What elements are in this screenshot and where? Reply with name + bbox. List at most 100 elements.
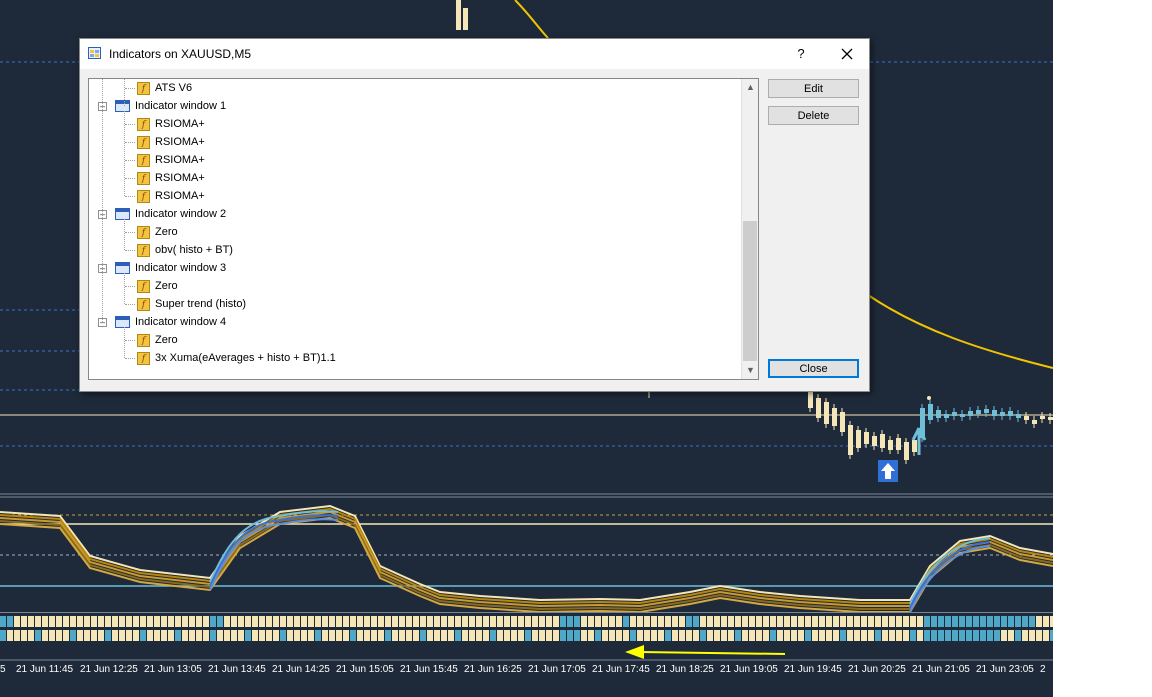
tree-item-label: RSIOMA+	[155, 136, 205, 148]
tree-window-row[interactable]: – Indicator window 2	[98, 205, 226, 223]
histogram-bar	[224, 616, 230, 627]
histogram-bar	[581, 630, 587, 641]
histogram-bar	[105, 616, 111, 627]
histogram-bar	[497, 630, 503, 641]
scroll-thumb[interactable]	[743, 221, 757, 361]
histogram-bar	[140, 630, 146, 641]
histogram-bar	[924, 630, 930, 641]
indicator-window-icon	[115, 316, 130, 329]
histogram-bar	[399, 630, 405, 641]
histogram-bar	[56, 616, 62, 627]
histogram-bar	[161, 616, 167, 627]
histogram-bar	[476, 630, 482, 641]
histogram-bar	[987, 630, 993, 641]
histogram-bar	[749, 616, 755, 627]
histogram-bar	[868, 630, 874, 641]
histogram-bar	[924, 616, 930, 627]
histogram-bar	[154, 630, 160, 641]
tree-indicator-row[interactable]: f Zero	[125, 223, 178, 241]
tree-item-label: Indicator window 4	[135, 316, 227, 328]
histogram-bar	[28, 630, 34, 641]
histogram-bar	[861, 630, 867, 641]
time-axis-label: 21 Jun 11:45	[16, 664, 74, 675]
custom-indicator-fx-icon: f	[137, 153, 150, 167]
histogram-bar	[210, 630, 216, 641]
scroll-down-arrow-icon[interactable]: ▼	[742, 362, 758, 379]
histogram-bar	[700, 616, 706, 627]
histogram-bar	[91, 630, 97, 641]
tree-window-row[interactable]: – Indicator window 1	[98, 97, 226, 115]
histogram-bar	[42, 630, 48, 641]
histogram-bar	[455, 630, 461, 641]
tree-indicator-row[interactable]: f Zero	[125, 277, 178, 295]
edit-button[interactable]: Edit	[768, 79, 859, 98]
histogram-bar	[777, 616, 783, 627]
histogram-bar	[126, 616, 132, 627]
histogram-bar	[574, 616, 580, 627]
histogram-bar	[728, 616, 734, 627]
tree-indicator-row[interactable]: f RSIOMA+	[125, 169, 205, 187]
tree-indicator-row[interactable]: f Zero	[125, 331, 178, 349]
histogram-bar	[672, 616, 678, 627]
candle	[984, 409, 989, 413]
histogram-bar	[448, 616, 454, 627]
tree-window-row[interactable]: – Indicator window 3	[98, 259, 226, 277]
tree-scrollbar[interactable]: ▲ ▼	[741, 79, 758, 379]
histogram-bar	[959, 630, 965, 641]
tree-indicator-row[interactable]: f RSIOMA+	[125, 115, 205, 133]
histogram-bar	[644, 630, 650, 641]
tree-window-row[interactable]: – Indicator window 4	[98, 313, 227, 331]
tree-item-label: Zero	[155, 226, 178, 238]
tree-item-label: RSIOMA+	[155, 118, 205, 130]
histogram-bar	[182, 630, 188, 641]
dialog-titlebar[interactable]: Indicators on XAUUSD,M5 ?	[80, 39, 869, 69]
histogram-bar	[735, 630, 741, 641]
tree-connector	[125, 178, 135, 179]
scroll-up-arrow-icon[interactable]: ▲	[742, 79, 758, 96]
histogram-bar	[238, 616, 244, 627]
tree-connector	[124, 219, 125, 250]
histogram-bar	[49, 630, 55, 641]
histogram-bar	[693, 630, 699, 641]
histogram-bar	[777, 630, 783, 641]
histogram-bar	[637, 616, 643, 627]
histogram-bar	[518, 616, 524, 627]
histogram-bar	[168, 630, 174, 641]
candle	[1024, 416, 1029, 420]
rsioma-line	[209, 510, 991, 605]
tree-connector	[125, 304, 135, 305]
custom-indicator-fx-icon: f	[137, 225, 150, 239]
histogram-bar	[742, 616, 748, 627]
histogram-bar	[952, 616, 958, 627]
histogram-bar	[651, 616, 657, 627]
histogram-bar	[189, 616, 195, 627]
histogram-bar	[357, 616, 363, 627]
histogram-bar	[105, 630, 111, 641]
histogram-bar	[910, 616, 916, 627]
histogram-bar	[350, 630, 356, 641]
tree-indicator-row[interactable]: f RSIOMA+	[125, 187, 205, 205]
tree-indicator-row[interactable]: f Super trend (histo)	[125, 295, 246, 313]
histogram-bar	[658, 616, 664, 627]
close-icon[interactable]	[832, 43, 862, 65]
delete-button[interactable]: Delete	[768, 106, 859, 125]
tree-indicator-row[interactable]: f RSIOMA+	[125, 151, 205, 169]
tree-indicator-row[interactable]: f RSIOMA+	[125, 133, 205, 151]
tree-indicator-row[interactable]: f ATS V6	[125, 79, 192, 97]
histogram-bar	[511, 630, 517, 641]
histogram-bar	[679, 630, 685, 641]
histogram-bar	[980, 630, 986, 641]
histogram-bar	[595, 616, 601, 627]
tree-indicator-row[interactable]: f 3x Xuma(eAverages + histo + BT)1.1	[125, 349, 336, 367]
histogram-bar	[1036, 630, 1042, 641]
histogram-bar	[420, 616, 426, 627]
indicator-tree[interactable]: f ATS V6 – Indicator window 1 f RSIOMA+ f RSIOM…	[88, 78, 759, 380]
histogram-bar	[791, 630, 797, 641]
histogram-bar	[994, 616, 1000, 627]
histogram-bar	[308, 630, 314, 641]
histogram-bar	[889, 616, 895, 627]
help-button[interactable]: ?	[786, 43, 816, 65]
close-button[interactable]: Close	[768, 359, 859, 378]
histogram-bar	[112, 616, 118, 627]
tree-indicator-row[interactable]: f obv( histo + BT)	[125, 241, 233, 259]
